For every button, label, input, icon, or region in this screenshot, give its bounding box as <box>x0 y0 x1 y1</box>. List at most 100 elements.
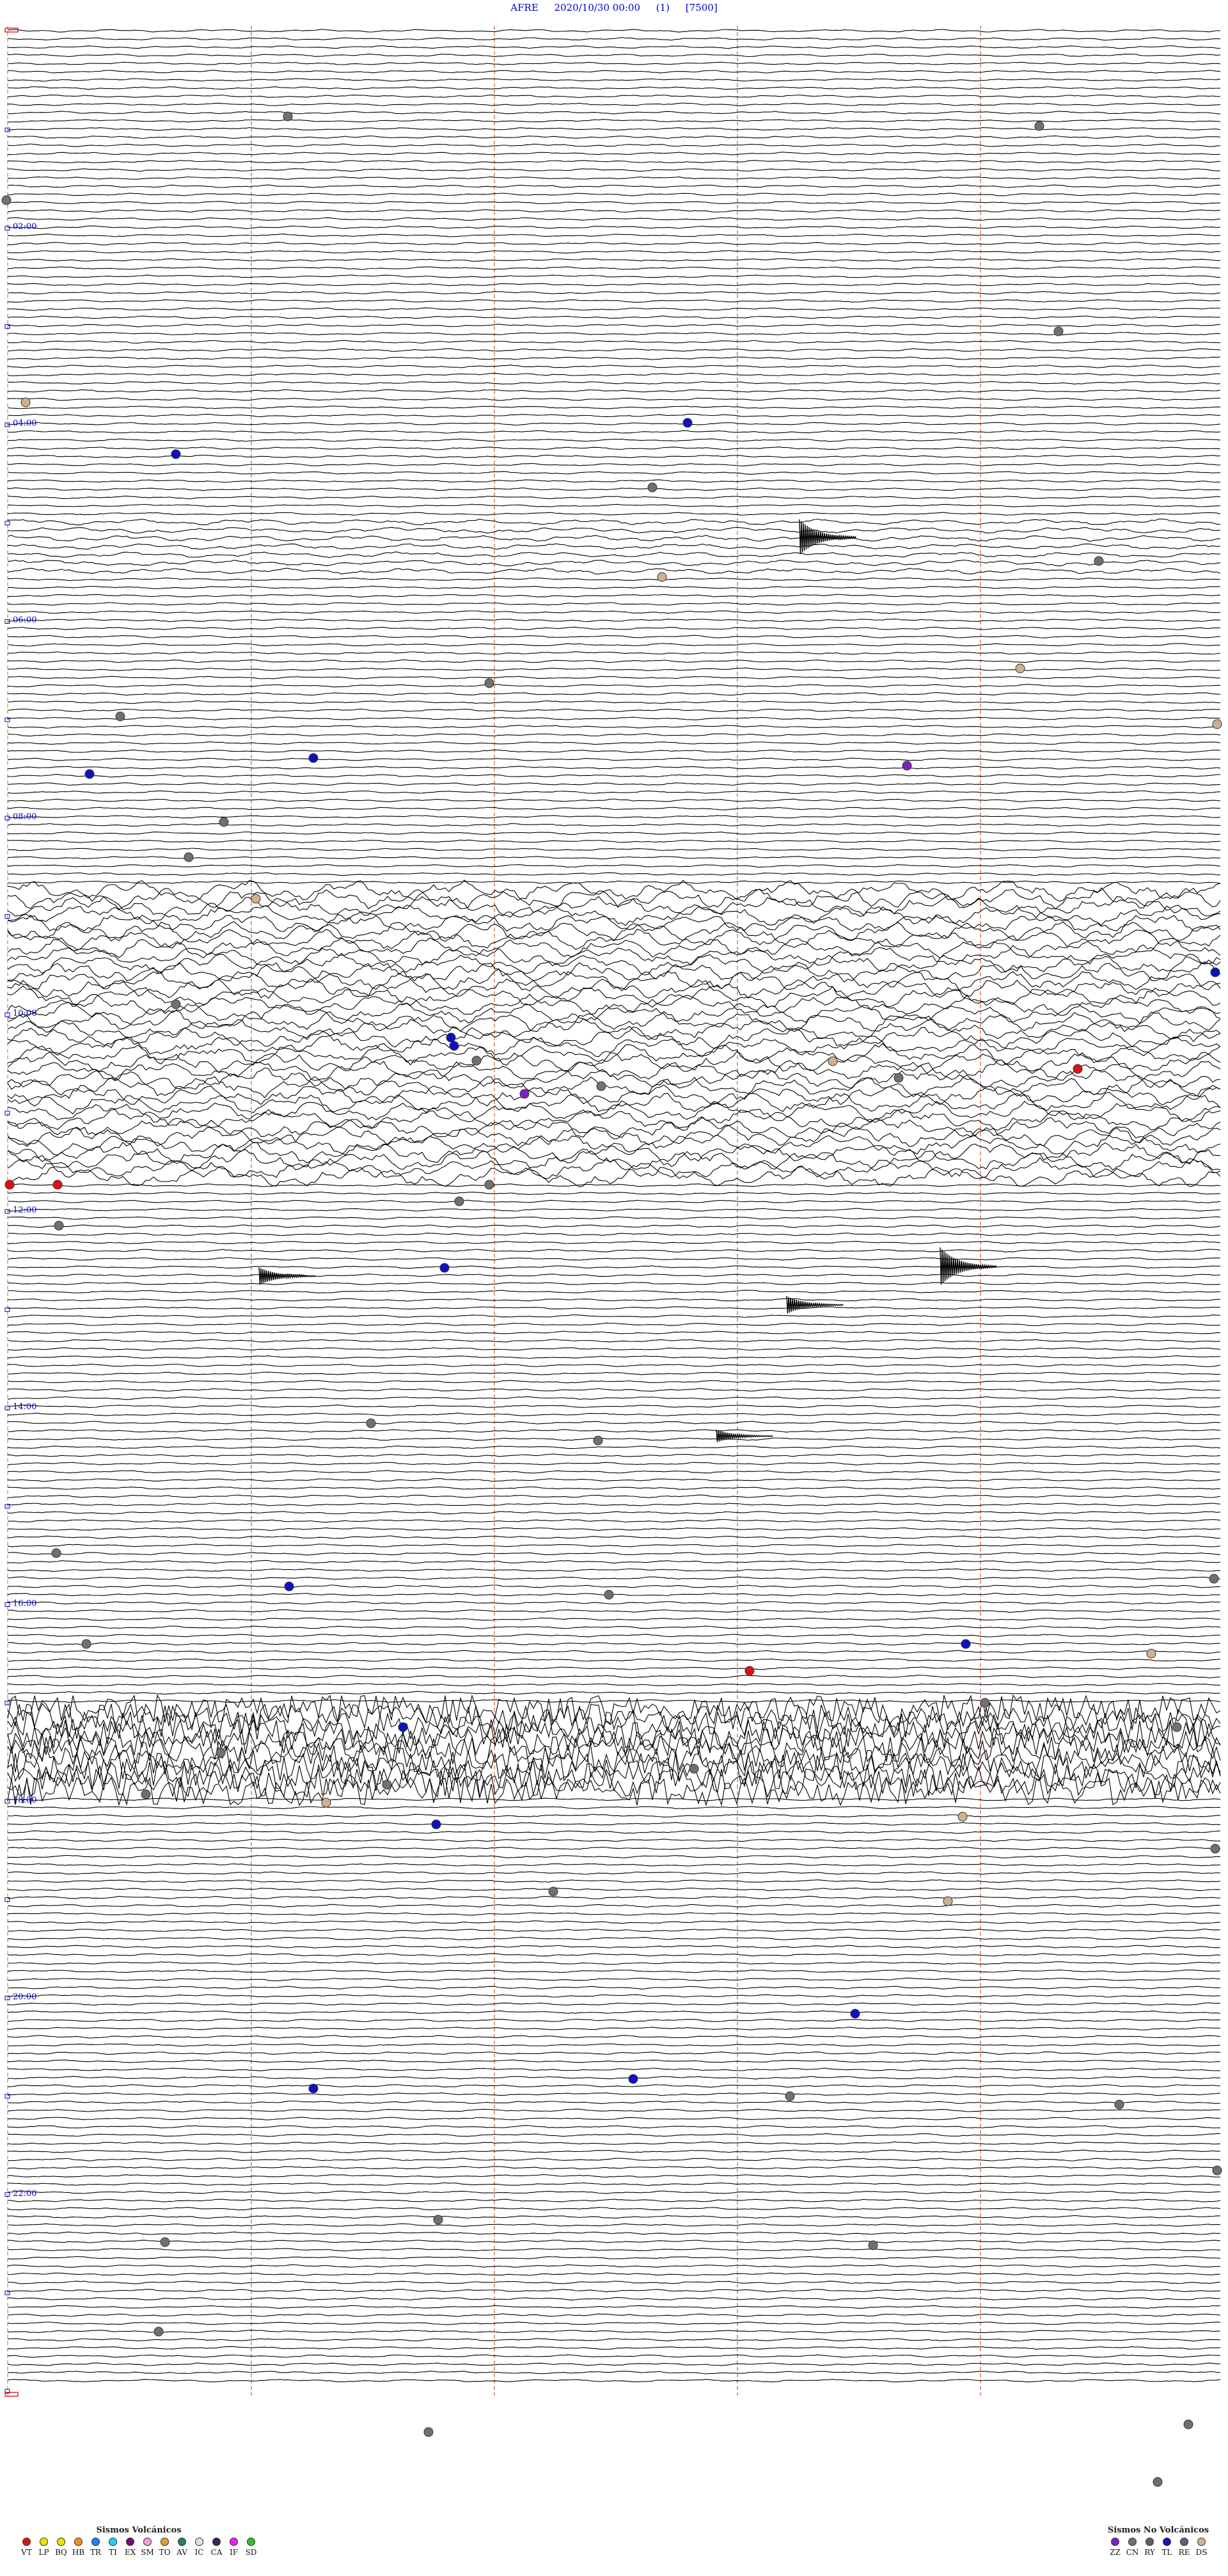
seismic-trace <box>7 1760 1221 1790</box>
legend-volcanic-ti: TI <box>104 2538 122 2557</box>
seismic-trace <box>7 1199 1221 1203</box>
event-marker-icon <box>382 1780 392 1790</box>
seismic-trace <box>7 1462 1221 1466</box>
seismic-trace <box>7 1470 1221 1474</box>
seismic-trace <box>7 872 1221 876</box>
legend-volcanic-dot-icon <box>212 2538 221 2546</box>
legend-volcanic-dot-icon <box>91 2538 100 2546</box>
seismic-trace <box>7 1347 1221 1351</box>
event-marker-icon <box>184 852 194 862</box>
seismic-trace <box>7 526 1221 533</box>
legend-nonvolcanic-title: Sismos No Volcánicos <box>1107 2525 1209 2535</box>
seismic-trace <box>7 242 1221 246</box>
legend-nonvolcanic-label: RY <box>1144 2548 1155 2557</box>
seismic-trace <box>7 1650 1221 1654</box>
seismic-trace <box>7 2313 1221 2317</box>
legend-volcanic-bq: BQ <box>52 2538 70 2557</box>
event-marker-icon <box>84 769 95 779</box>
seismic-trace <box>7 184 1221 188</box>
seismic-trace <box>7 258 1220 262</box>
legend-volcanic-dot-icon <box>40 2538 48 2546</box>
seismic-trace <box>7 94 1221 99</box>
seismic-trace <box>8 1928 1221 1932</box>
event-marker-icon <box>689 1764 699 1774</box>
seismic-trace <box>7 249 1220 254</box>
seismic-trace <box>7 1527 1221 1531</box>
legend-nonvolcanic-re: RE <box>1176 2538 1193 2557</box>
seismic-trace <box>8 2100 1221 2105</box>
seismic-trace <box>7 274 1221 278</box>
legend-volcanic-title: Sismos Volcánicos <box>96 2525 182 2535</box>
event-marker-icon <box>1212 719 1222 729</box>
earthquake-waveform <box>940 1247 998 1285</box>
event-marker-icon <box>454 1196 464 1206</box>
seismic-trace <box>7 2190 1221 2194</box>
seismic-trace <box>7 1412 1221 1416</box>
event-marker-icon <box>160 2237 170 2247</box>
seismic-trace <box>7 1494 1221 1498</box>
seismic-trace <box>7 454 1220 459</box>
event-marker-icon <box>484 1180 494 1190</box>
seismic-trace <box>7 2338 1221 2342</box>
seismic-trace <box>8 176 1221 180</box>
seismic-trace <box>7 266 1221 270</box>
legend-volcanic-label: IF <box>229 2548 239 2557</box>
seismic-trace <box>7 1191 1221 1196</box>
seismic-trace <box>7 225 1221 229</box>
legend-nonvolcanic-label: RE <box>1178 2548 1190 2557</box>
seismic-trace <box>7 1658 1221 1662</box>
seismic-trace <box>7 1854 1221 1858</box>
event-marker-icon <box>980 1698 990 1708</box>
seismic-trace <box>7 233 1221 237</box>
legend-volcanic-dot-icon <box>57 2538 65 2546</box>
seismic-trace <box>7 2084 1221 2088</box>
seismic-trace <box>7 78 1221 82</box>
event-marker-icon <box>1 195 12 205</box>
seismic-trace <box>7 340 1221 344</box>
seismic-trace <box>8 774 1221 778</box>
seismic-trace <box>7 1634 1221 1638</box>
seismic-trace <box>7 1600 1221 1605</box>
seismic-trace <box>7 2272 1221 2276</box>
seismic-trace <box>7 1735 1221 1766</box>
legend-volcanic-items: VT LP BQ HB TR TI EX SM TO AV IC CA IF SD <box>18 2538 260 2557</box>
legend-nonvolcanic-label: CN <box>1126 2548 1139 2557</box>
seismic-trace <box>7 1437 1221 1441</box>
seismic-trace <box>7 831 1220 835</box>
seismic-trace <box>7 1035 1221 1057</box>
legend-nonvolcanic-label: DS <box>1195 2548 1208 2557</box>
seismic-trace <box>7 389 1221 393</box>
seismic-trace <box>7 413 1221 418</box>
event-marker-icon <box>961 1639 971 1649</box>
seismic-trace <box>7 1240 1221 1245</box>
seismic-trace <box>8 1511 1221 1515</box>
seismic-trace <box>7 1157 1221 1180</box>
seismic-trace <box>7 1682 1221 1687</box>
seismic-trace <box>8 1920 1221 1924</box>
legend-volcanic-sd: SD <box>242 2538 260 2557</box>
seismic-trace <box>7 684 1221 688</box>
seismic-trace <box>7 2330 1221 2334</box>
seismic-trace <box>7 2223 1221 2227</box>
seismic-trace <box>7 887 1221 910</box>
seismic-trace <box>7 1208 1221 1212</box>
seismic-trace <box>7 160 1221 164</box>
legend-volcanic-dot-icon <box>161 2538 169 2546</box>
seismic-trace <box>7 896 1221 919</box>
legend-volcanic-label: SD <box>245 2548 257 2557</box>
event-marker-icon <box>284 1581 294 1592</box>
event-marker-icon <box>1210 1844 1220 1854</box>
seismic-trace <box>7 2076 1221 2080</box>
event-marker-icon <box>423 2427 434 2437</box>
earthquake-waveform <box>799 519 857 555</box>
seismic-trace <box>7 1322 1221 1326</box>
legend-volcanic-label: IC <box>194 2548 204 2557</box>
legend-volcanic-label: TI <box>109 2548 117 2557</box>
seismic-trace <box>7 29 1221 33</box>
event-marker-icon <box>398 1722 408 1732</box>
legend-volcanic-if: IF <box>225 2538 242 2557</box>
seismic-trace <box>7 479 1221 483</box>
seismic-trace <box>7 807 1220 810</box>
seismic-trace <box>7 1010 1221 1033</box>
seismic-trace <box>7 1846 1220 1851</box>
